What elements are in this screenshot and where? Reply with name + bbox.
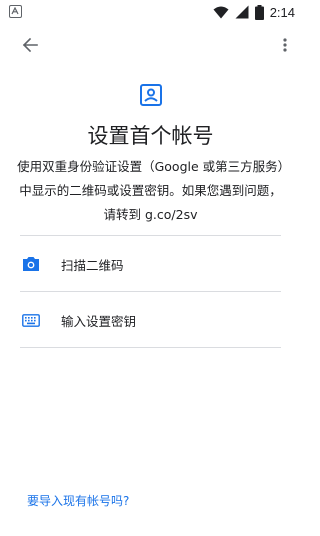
status-time: 2:14 <box>269 4 295 20</box>
page-title: 设置首个帐号 <box>87 124 214 148</box>
enter-key-option[interactable]: 输入设置密钥 <box>0 292 301 348</box>
wifi-icon <box>213 6 229 18</box>
scan-qr-option[interactable]: 扫描二维码 <box>0 236 301 292</box>
scan-qr-label: 扫描二维码 <box>61 257 124 273</box>
keyboard-icon <box>22 311 40 329</box>
overflow-menu-button[interactable] <box>275 32 295 58</box>
import-existing-accounts-link[interactable]: 要导入现有帐号吗? <box>27 492 129 509</box>
status-bar: 2:14 <box>0 0 301 24</box>
instructions-text: 使用双重身份验证设置（Google 或第三方服务）中显示的二维码或设置密钥。如果… <box>17 159 284 222</box>
app-bar <box>0 24 301 64</box>
more-vert-icon <box>283 38 287 52</box>
account-box-icon <box>139 83 163 107</box>
notification-a-icon <box>9 5 22 18</box>
status-indicators: 2:14 <box>213 3 295 21</box>
battery-icon <box>254 4 264 20</box>
camera-icon <box>22 255 40 273</box>
back-button[interactable] <box>17 32 43 58</box>
enter-key-label: 输入设置密钥 <box>61 313 137 329</box>
divider-bottom <box>20 347 281 348</box>
back-arrow-icon <box>22 37 38 53</box>
signal-icon <box>235 5 249 19</box>
